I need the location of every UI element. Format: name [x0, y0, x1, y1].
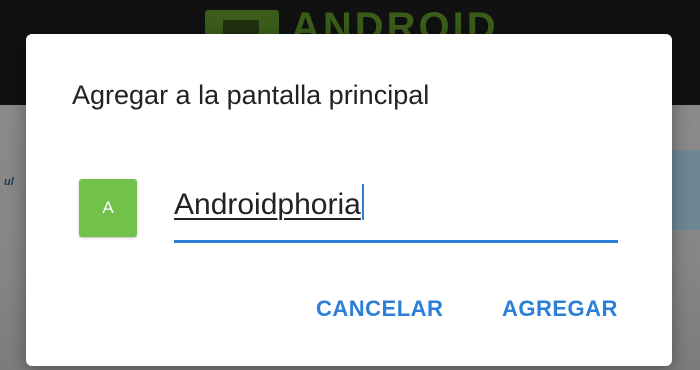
add-to-home-dialog: Agregar a la pantalla principal A Androi…: [26, 34, 672, 366]
app-shortcut-icon: A: [79, 179, 137, 237]
add-button[interactable]: AGREGAR: [502, 296, 618, 322]
text-caret: [361, 184, 364, 220]
shortcut-name-field[interactable]: Androidphoria: [174, 180, 618, 243]
shortcut-name-value: Androidphoria: [174, 188, 361, 221]
background-edge-text: ul: [4, 176, 14, 188]
dialog-title: Agregar a la pantalla principal: [72, 80, 430, 110]
cancel-button[interactable]: CANCELAR: [316, 296, 443, 322]
shortcut-name-input[interactable]: Androidphoria: [174, 184, 364, 225]
app-icon-letter: A: [102, 198, 114, 217]
